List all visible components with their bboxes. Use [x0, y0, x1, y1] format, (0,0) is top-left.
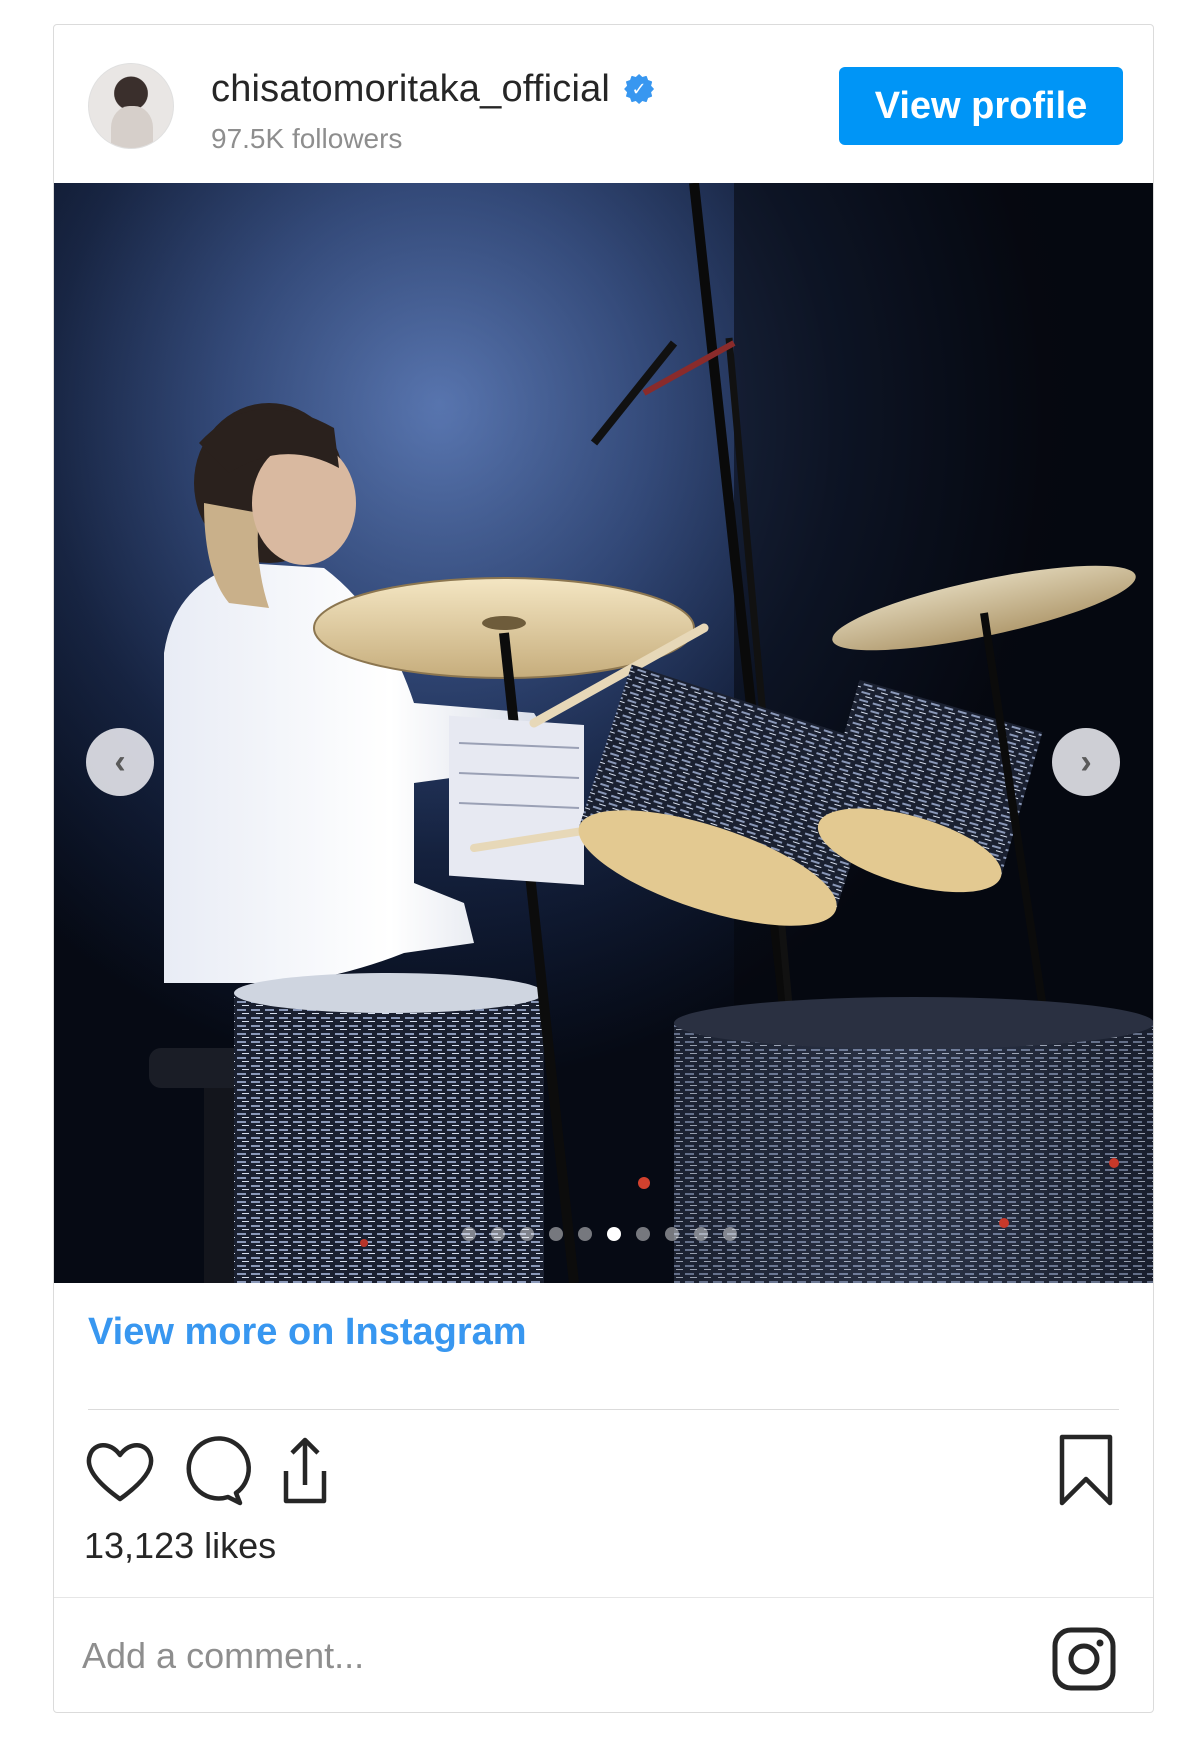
likes-count: 13,123 likes: [84, 1525, 277, 1566]
carousel-dot-active: [607, 1227, 621, 1241]
action-bar: [80, 1431, 1130, 1511]
carousel-dot: [694, 1227, 708, 1241]
carousel-dot: [578, 1227, 592, 1241]
carousel-dot: [520, 1227, 534, 1241]
view-profile-button[interactable]: View profile: [839, 67, 1123, 145]
chevron-left-icon[interactable]: ‹: [86, 728, 154, 796]
post-photo[interactable]: ‹ ›: [54, 183, 1153, 1283]
divider: [88, 1409, 1119, 1410]
concert-drummer-photo: [54, 183, 1153, 1283]
carousel-dot: [723, 1227, 737, 1241]
avatar[interactable]: [88, 63, 174, 149]
instagram-embed-card: chisatomoritaka_official ✓ 97.5K followe…: [53, 24, 1154, 1713]
username-row: chisatomoritaka_official ✓: [211, 65, 655, 113]
comment-input[interactable]: [82, 1628, 882, 1684]
carousel-dot: [462, 1227, 476, 1241]
carousel-dot: [665, 1227, 679, 1241]
verified-badge-icon: ✓: [624, 74, 655, 104]
carousel-dot: [491, 1227, 505, 1241]
carousel-dot: [636, 1227, 650, 1241]
carousel-dot: [549, 1227, 563, 1241]
followers-count: 97.5K followers: [211, 123, 403, 154]
heart-icon[interactable]: [80, 1431, 160, 1511]
carousel-dots: [462, 1227, 737, 1241]
chevron-right-icon[interactable]: ›: [1052, 728, 1120, 796]
share-upload-icon[interactable]: [264, 1431, 344, 1511]
bookmark-icon[interactable]: [1046, 1431, 1126, 1511]
comment-bubble-icon[interactable]: [172, 1431, 252, 1511]
username[interactable]: chisatomoritaka_official: [211, 68, 610, 111]
post-header: chisatomoritaka_official ✓ 97.5K followe…: [54, 25, 1153, 183]
comment-bar: [54, 1597, 1153, 1712]
instagram-logo-icon[interactable]: [1051, 1626, 1117, 1692]
view-more-link[interactable]: View more on Instagram: [88, 1311, 527, 1354]
